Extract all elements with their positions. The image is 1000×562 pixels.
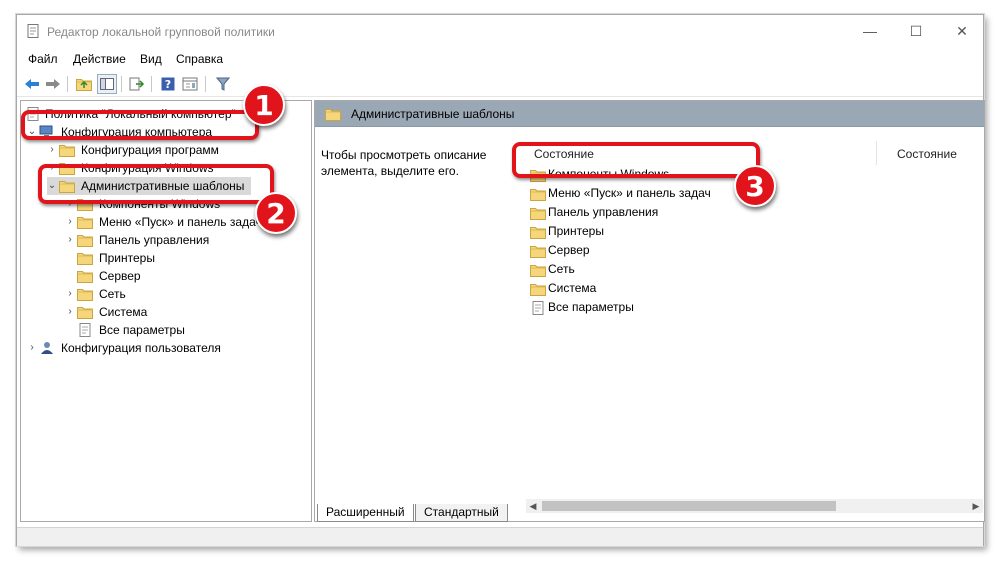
folder-icon	[77, 269, 93, 283]
folder-icon	[530, 206, 546, 220]
properties-icon[interactable]	[180, 74, 200, 94]
tree-item-label: Конфигурация пользователя	[61, 341, 221, 355]
show-hide-tree-icon[interactable]	[97, 74, 117, 94]
export-list-icon[interactable]	[127, 74, 147, 94]
list-item-label: Все параметры	[548, 300, 634, 314]
tree-item-label: Меню «Пуск» и панель задач	[99, 215, 262, 229]
folder-icon	[77, 287, 93, 301]
tab-standard[interactable]: Стандартный	[415, 504, 508, 522]
folder-icon	[530, 282, 546, 296]
folder-icon	[530, 225, 546, 239]
folder-icon	[530, 263, 546, 277]
tree-item-label: Все параметры	[99, 323, 185, 337]
tree-item-label: Конфигурация программ	[81, 143, 219, 157]
list-item-label: Сеть	[548, 262, 575, 276]
close-button[interactable]: ✕	[939, 15, 985, 47]
step-badge-2: 2	[255, 192, 297, 234]
settings-doc-icon	[530, 301, 546, 315]
folder-icon	[530, 187, 546, 201]
svg-text:?: ?	[165, 78, 171, 91]
settings-doc-icon	[77, 323, 93, 337]
menu-file[interactable]: Файл	[28, 52, 58, 66]
list-item-label: Принтеры	[548, 224, 604, 238]
highlight-windows-components	[512, 142, 760, 178]
app-icon	[27, 24, 39, 38]
step-badge-3: 3	[734, 165, 776, 207]
tree-item-label: Принтеры	[99, 251, 155, 265]
folder-icon	[77, 215, 93, 229]
folder-icon	[59, 143, 75, 157]
chevron-right-icon[interactable]: ›	[65, 285, 75, 303]
menu-bar: Файл Действие Вид Справка	[17, 49, 983, 69]
menu-view[interactable]: Вид	[140, 52, 162, 66]
gpedit-window: Редактор локальной групповой политики — …	[16, 14, 985, 546]
highlight-admin-templates	[38, 164, 274, 204]
forward-arrow-icon[interactable]	[43, 74, 63, 94]
maximize-button[interactable]: ☐	[893, 15, 939, 47]
list-item-label: Панель управления	[548, 205, 659, 219]
menu-help[interactable]: Справка	[176, 52, 223, 66]
toolbar: ?	[17, 71, 983, 97]
tree-item-label: Система	[99, 305, 148, 319]
details-header: Административные шаблоны	[315, 101, 984, 127]
horizontal-scrollbar[interactable]: ◀ ▶	[526, 499, 983, 513]
highlight-computer-config	[21, 110, 259, 140]
list-item-label: Система	[548, 281, 597, 295]
list-item-label: Сервер	[548, 243, 590, 257]
chevron-right-icon[interactable]: ›	[65, 303, 75, 321]
back-arrow-icon[interactable]	[22, 74, 42, 94]
chevron-right-icon[interactable]: ›	[27, 339, 37, 357]
details-header-title: Административные шаблоны	[351, 107, 515, 121]
chevron-right-icon[interactable]: ›	[65, 213, 75, 231]
minimize-button[interactable]: —	[847, 15, 893, 47]
up-folder-icon[interactable]	[74, 74, 94, 94]
title-bar: Редактор локальной групповой политики — …	[17, 15, 983, 47]
window-title: Редактор локальной групповой политики	[47, 25, 275, 39]
scrollbar-thumb[interactable]	[542, 501, 836, 511]
tab-extended[interactable]: Расширенный	[317, 504, 414, 522]
folder-icon	[530, 244, 546, 258]
tree-item-label: Сервер	[99, 269, 141, 283]
tree-item-label: Панель управления	[99, 233, 210, 247]
step-badge-1: 1	[243, 84, 285, 126]
folder-icon	[77, 233, 93, 247]
description-text: Чтобы просмотреть описание элемента, выд…	[321, 148, 487, 178]
list-item-label: Меню «Пуск» и панель задач	[548, 186, 711, 200]
user-icon	[39, 341, 55, 355]
tree-item-label: Сеть	[99, 287, 126, 301]
scroll-right-icon[interactable]: ▶	[969, 499, 983, 513]
column-header-state-2[interactable]: Состояние	[897, 143, 957, 165]
folder-icon	[77, 251, 93, 265]
filter-icon[interactable]	[213, 74, 233, 94]
menu-action[interactable]: Действие	[73, 52, 126, 66]
folder-icon	[77, 305, 93, 319]
scroll-left-icon[interactable]: ◀	[526, 499, 540, 513]
help-icon[interactable]: ?	[158, 74, 178, 94]
folder-icon	[325, 107, 341, 121]
chevron-right-icon[interactable]: ›	[47, 141, 57, 159]
chevron-right-icon[interactable]: ›	[65, 231, 75, 249]
status-bar	[17, 527, 983, 546]
